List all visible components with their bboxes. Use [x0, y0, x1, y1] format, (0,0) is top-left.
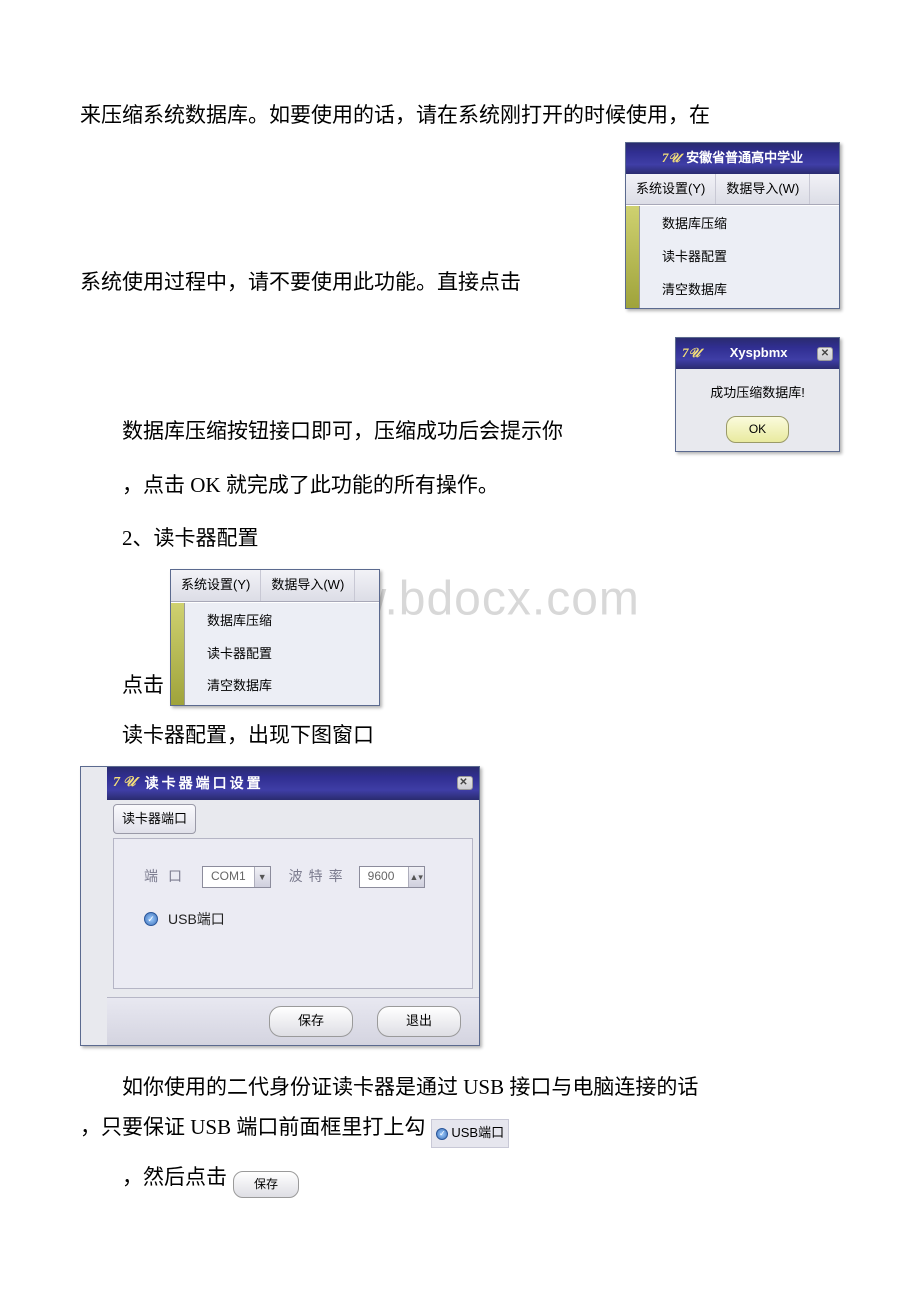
- body-text: ，只要保证 USB 端口前面框里打上勾: [80, 1108, 425, 1148]
- dialog-title: 读卡器端口设置: [145, 770, 264, 797]
- menu-widget: 系统设置(Y) 数据导入(W) 数据库压缩 读卡器配置 清空数据库: [170, 569, 380, 706]
- menu-item-reader-config[interactable]: 读卡器配置: [640, 241, 839, 274]
- body-text: 如你使用的二代身份证读卡器是通过 USB 接口与电脑连接的话: [80, 1068, 840, 1108]
- dropdown-menu: 数据库压缩 读卡器配置 清空数据库: [626, 205, 839, 308]
- menu-system-settings[interactable]: 系统设置(Y): [171, 570, 261, 601]
- chevron-down-icon[interactable]: ▼: [254, 867, 270, 887]
- spinner-icon[interactable]: ▲▾: [408, 867, 424, 887]
- menu-system-settings[interactable]: 系统设置(Y): [626, 174, 716, 205]
- app-window-anhui: 7𝒰 安徽省普通高中学业 系统设置(Y) 数据导入(W) 数据库压缩 读卡器配置…: [625, 142, 840, 309]
- body-text: 来压缩系统数据库。如要使用的话，请在系统刚打开的时候使用，在: [80, 96, 840, 136]
- dropdown-menu: 数据库压缩 读卡器配置 清空数据库: [171, 602, 379, 705]
- menu-item-reader-config[interactable]: 读卡器配置: [185, 638, 379, 671]
- checkbox-icon: ✓: [436, 1128, 448, 1140]
- label-baud: 波特率: [289, 863, 349, 890]
- dialog-body: 端口 COM1 ▼ 波特率 9600 ▲▾ ✓ USB端口: [113, 838, 473, 989]
- titlebar: 7𝒰 Xyspbmx ✕: [676, 338, 839, 369]
- combo-baud-value: 9600: [360, 865, 408, 888]
- ok-button[interactable]: OK: [726, 416, 789, 443]
- menu-handle: [626, 206, 640, 308]
- body-text: 数据库压缩按钮接口即可，压缩成功后会提示你: [80, 412, 669, 452]
- menu-data-import[interactable]: 数据导入(W): [716, 174, 810, 205]
- menu-handle: [171, 603, 185, 705]
- dialog-reader-port: 7𝒰 读卡器端口设置 ✕ 读卡器端口 端口 COM1 ▼ 波特率 9600 ▲▾: [80, 766, 480, 1046]
- body-text: ，然后点击: [122, 1158, 227, 1198]
- menubar: 系统设置(Y) 数据导入(W): [626, 174, 839, 206]
- label-port: 端口: [144, 863, 192, 890]
- label-usb-port-inline: USB端口: [451, 1121, 504, 1146]
- menu-item-clear-db[interactable]: 清空数据库: [640, 274, 839, 307]
- app-icon: 7𝒰: [662, 146, 680, 171]
- titlebar: 7𝒰 安徽省普通高中学业: [626, 143, 839, 174]
- body-text: ，点击 OK 就完成了此功能的所有操作。: [80, 466, 840, 506]
- body-text: 系统使用过程中，请不要使用此功能。直接点击: [80, 263, 619, 303]
- combo-baud[interactable]: 9600 ▲▾: [359, 866, 425, 888]
- inline-save-button[interactable]: 保存: [233, 1171, 299, 1198]
- menu-item-clear-db[interactable]: 清空数据库: [185, 670, 379, 703]
- menu-item-compress-db[interactable]: 数据库压缩: [640, 208, 839, 241]
- close-icon[interactable]: ✕: [457, 776, 473, 790]
- window-title: 安徽省普通高中学业: [686, 146, 803, 171]
- section-heading: 2、读卡器配置: [80, 519, 840, 559]
- titlebar: 7𝒰 读卡器端口设置 ✕: [107, 767, 479, 800]
- menu-item-compress-db[interactable]: 数据库压缩: [185, 605, 379, 638]
- app-icon: 7𝒰: [682, 341, 700, 366]
- combo-port[interactable]: COM1 ▼: [202, 866, 271, 888]
- menubar: 系统设置(Y) 数据导入(W): [171, 570, 379, 602]
- save-button[interactable]: 保存: [269, 1006, 353, 1037]
- body-text: 点击: [122, 666, 164, 706]
- checkbox-usb[interactable]: ✓: [144, 912, 158, 926]
- app-icon: 7𝒰: [113, 770, 139, 797]
- inline-usb-checkbox: ✓ USB端口: [431, 1119, 509, 1148]
- close-icon[interactable]: ✕: [817, 347, 833, 361]
- combo-port-value: COM1: [203, 865, 254, 888]
- label-usb-port: USB端口: [168, 906, 225, 933]
- dialog-title: Xyspbmx: [706, 341, 811, 366]
- body-text: 读卡器配置，出现下图窗口: [80, 716, 840, 756]
- exit-button[interactable]: 退出: [377, 1006, 461, 1037]
- button-bar: 保存 退出: [107, 997, 479, 1045]
- menu-data-import[interactable]: 数据导入(W): [261, 570, 355, 601]
- dialog-xyspbmx: 7𝒰 Xyspbmx ✕ 成功压缩数据库! OK: [675, 337, 840, 451]
- tab-reader-port[interactable]: 读卡器端口: [113, 804, 196, 835]
- dialog-message: 成功压缩数据库!: [682, 381, 833, 406]
